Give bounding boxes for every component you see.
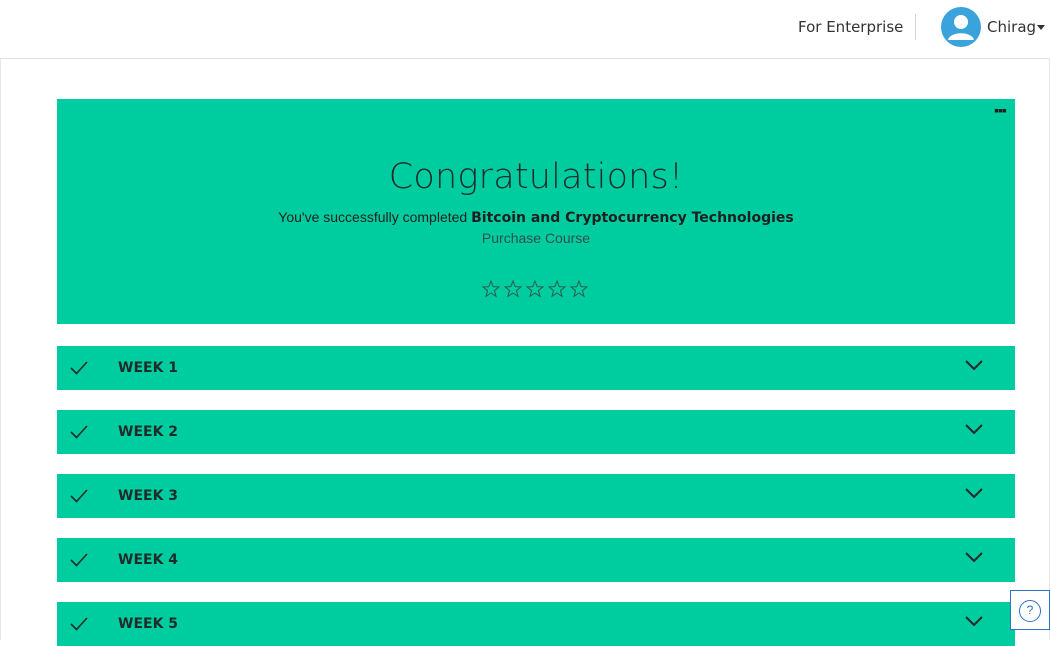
week-label: WEEK 4 <box>118 552 179 568</box>
help-icon: ? <box>1019 600 1041 622</box>
checkmark-icon <box>70 489 88 503</box>
week-1-row[interactable]: WEEK 1 <box>57 346 1015 390</box>
top-navigation-bar: For Enterprise Chirag <box>0 0 1050 59</box>
purchase-course-link[interactable]: Purchase Course <box>57 230 1015 246</box>
completion-message-prefix: You've successfully completed <box>278 209 472 225</box>
chevron-down-icon[interactable] <box>964 486 984 500</box>
star-icon[interactable] <box>481 279 501 299</box>
week-label: WEEK 5 <box>118 616 179 632</box>
user-menu-caret-icon[interactable] <box>1037 25 1045 30</box>
course-name: Bitcoin and Cryptocurrency Technologies <box>471 210 794 226</box>
chevron-down-icon[interactable] <box>964 550 984 564</box>
week-5-row[interactable]: WEEK 5 <box>57 602 1015 646</box>
for-enterprise-link[interactable]: For Enterprise <box>798 18 903 36</box>
week-label: WEEK 1 <box>118 360 179 376</box>
header-divider <box>915 14 916 40</box>
person-icon <box>948 15 974 40</box>
user-name[interactable]: Chirag <box>987 18 1036 36</box>
checkmark-icon <box>70 425 88 439</box>
congratulations-heading: Congratulations! <box>388 157 684 197</box>
checkmark-icon <box>70 617 88 631</box>
week-2-row[interactable]: WEEK 2 <box>57 410 1015 454</box>
week-4-row[interactable]: WEEK 4 <box>57 538 1015 582</box>
course-completion-banner: ▪▪▪ Congratulations! You've successfully… <box>57 99 1015 324</box>
star-icon[interactable] <box>569 279 589 299</box>
chevron-down-icon[interactable] <box>964 358 984 372</box>
week-label: WEEK 3 <box>118 488 179 504</box>
week-label: WEEK 2 <box>118 424 179 440</box>
star-icon[interactable] <box>547 279 567 299</box>
completion-message: You've successfully completed Bitcoin an… <box>57 209 1015 226</box>
checkmark-icon <box>70 553 88 567</box>
star-icon[interactable] <box>503 279 523 299</box>
star-icon[interactable] <box>525 279 545 299</box>
course-rating-stars <box>481 279 589 301</box>
help-button[interactable]: ? <box>1010 590 1050 630</box>
chevron-down-icon[interactable] <box>964 422 984 436</box>
user-avatar[interactable] <box>941 7 981 47</box>
ellipsis-icon[interactable]: ▪▪▪ <box>994 102 1007 118</box>
checkmark-icon <box>70 361 88 375</box>
week-3-row[interactable]: WEEK 3 <box>57 474 1015 518</box>
chevron-down-icon[interactable] <box>964 614 984 628</box>
